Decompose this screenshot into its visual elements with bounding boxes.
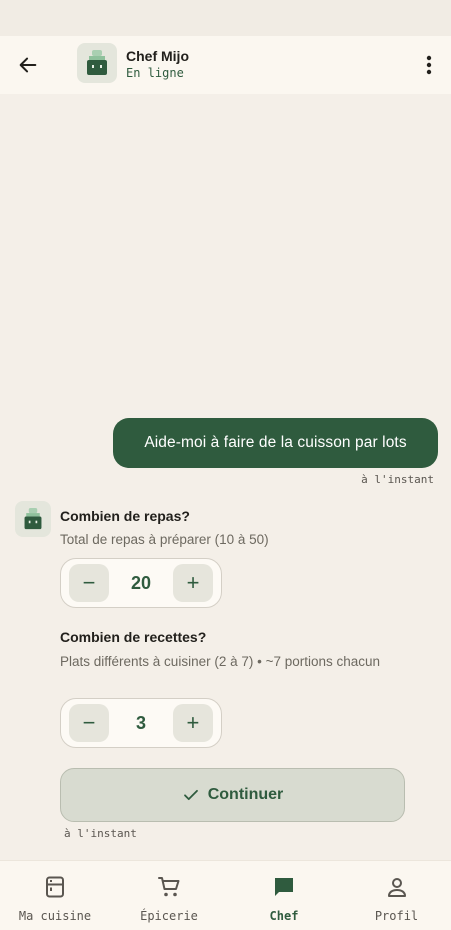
continue-button[interactable]: Continuer (60, 768, 405, 822)
check-icon (183, 789, 198, 801)
chat-header: Chef Mijo En ligne (0, 36, 451, 94)
recipes-question-subtitle: Plats différents à cuisiner (2 à 7) • ~7… (60, 654, 381, 669)
nav-item-profil[interactable]: Profil (342, 861, 451, 930)
recipes-decrement-button[interactable]: − (69, 704, 109, 742)
user-message-bubble: Aide-moi à faire de la cuisson par lots (113, 418, 438, 468)
meals-question-subtitle: Total de repas à préparer (10 à 50) (60, 532, 269, 547)
recipes-stepper: − 3 + (60, 698, 222, 748)
chef-avatar (77, 43, 117, 83)
chef-message-avatar (15, 501, 51, 537)
meals-stepper: − 20 + (60, 558, 222, 608)
chef-status: En ligne (126, 66, 184, 80)
status-bar (0, 0, 451, 36)
nav-item-ma-cuisine[interactable]: Ma cuisine (0, 861, 110, 930)
cart-icon (158, 877, 180, 897)
robot-chef-icon (24, 508, 42, 530)
recipes-count-value: 3 (135, 712, 146, 733)
meals-count-value: 20 (130, 572, 152, 593)
meals-question-title: Combien de repas? (60, 508, 190, 524)
recipes-increment-button[interactable]: + (172, 704, 213, 742)
robot-chef-icon (87, 50, 107, 75)
nav-label-chef: Chef (269, 909, 299, 923)
chat-icon (275, 878, 293, 896)
meals-decrement-button[interactable]: − (69, 564, 109, 602)
more-vertical-icon (426, 55, 432, 75)
nav-item-chef[interactable]: Chef (228, 861, 340, 930)
nav-label-ma-cuisine: Ma cuisine (18, 909, 92, 923)
continue-label: Continuer (207, 786, 284, 803)
back-button[interactable] (14, 51, 42, 79)
user-icon (387, 878, 406, 897)
bottom-navigation: Ma cuisine Épicerie Chef Profil (0, 860, 451, 930)
nav-label-profil: Profil (374, 909, 419, 923)
arrow-left-icon (19, 57, 37, 73)
fridge-icon (46, 876, 64, 898)
chef-message-timestamp: à l'instant (64, 827, 137, 840)
chef-name: Chef Mijo (126, 48, 189, 64)
recipes-question-title: Combien de recettes? (60, 629, 207, 645)
meals-increment-button[interactable]: + (173, 564, 213, 602)
nav-label-epicerie: Épicerie (140, 909, 198, 923)
more-options-button[interactable] (416, 51, 442, 79)
nav-item-epicerie[interactable]: Épicerie (114, 861, 224, 930)
user-message-timestamp: à l'instant (361, 473, 434, 486)
